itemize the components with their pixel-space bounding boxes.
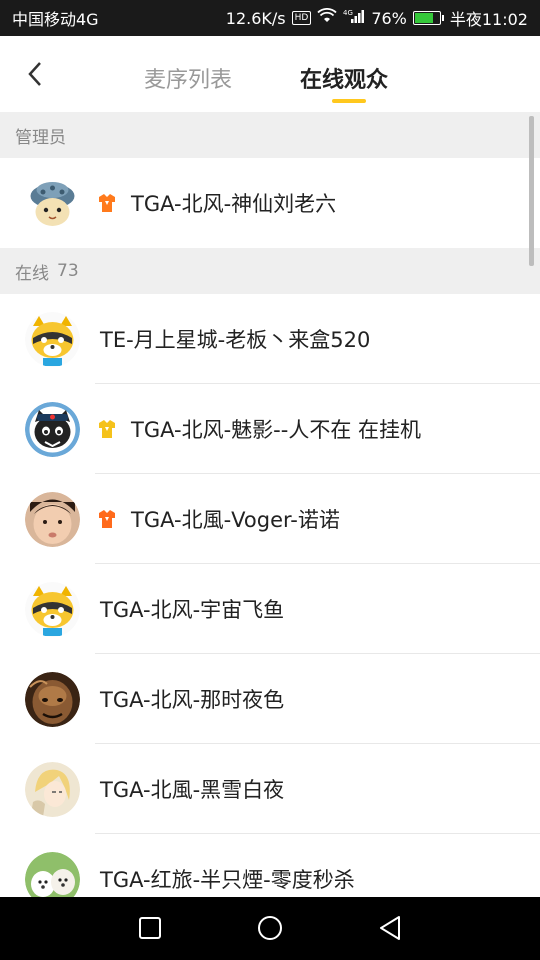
user-name: TGA-北風-黑雪白夜: [100, 778, 285, 802]
orange-shirt-icon: [96, 192, 118, 214]
chevron-left-icon: [28, 62, 41, 86]
user-name: TGA-红旅-半只煙-零度秒杀: [100, 868, 355, 892]
list-item[interactable]: TGA-北风-神仙刘老六: [0, 158, 540, 248]
user-name: TGA-北风-神仙刘老六: [131, 192, 337, 216]
user-name: TE-月上星城-老板丶来盒520: [100, 328, 371, 352]
section-header-admin: 管理员: [0, 112, 540, 158]
tab-mic-queue[interactable]: 麦序列表: [144, 62, 232, 94]
scrollbar[interactable]: [529, 116, 534, 266]
list-item[interactable]: TGA-北風-黑雪白夜: [0, 744, 540, 834]
triangle-back-icon: [380, 916, 400, 940]
user-name: TGA-北风-宇宙飞鱼: [100, 598, 285, 622]
avatar[interactable]: [25, 581, 80, 637]
list-item[interactable]: TGA-北风-那时夜色: [0, 654, 540, 744]
avatar[interactable]: [25, 761, 80, 817]
status-bar: 中国移动4G 12.6K/s HD 4G 76% 半夜11:02: [0, 0, 540, 36]
avatar[interactable]: [25, 175, 80, 231]
header: 麦序列表 在线观众: [0, 36, 540, 112]
orange-shirt-icon: [96, 508, 118, 530]
avatar[interactable]: [25, 491, 80, 547]
helmet-avatar-icon: [25, 175, 80, 231]
wifi-icon: [317, 8, 337, 28]
raccoon-avatar-icon: [25, 581, 80, 637]
square-icon: [139, 917, 161, 939]
black-cat-avatar-icon: [25, 401, 80, 457]
raccoon-avatar-icon: [25, 311, 80, 367]
back-nav-button[interactable]: [375, 913, 405, 943]
back-button[interactable]: [18, 56, 54, 92]
circle-icon: [258, 916, 282, 940]
yellow-shirt-icon: [96, 418, 118, 440]
user-name: TGA-北风-魅影--人不在 在挂机: [131, 418, 421, 442]
user-name: TGA-北风-那时夜色: [100, 688, 285, 712]
signal-icon: 4G: [343, 8, 365, 28]
hd-badge: HD: [291, 11, 312, 25]
tab-online-audience[interactable]: 在线观众: [300, 62, 388, 94]
section-online-label: 在线: [15, 263, 49, 284]
monster-avatar-icon: [25, 671, 80, 727]
home-button[interactable]: [255, 913, 285, 943]
anime-girl-avatar-icon: [25, 761, 80, 817]
list-item[interactable]: TGA-北风-魅影--人不在 在挂机: [0, 384, 540, 474]
recent-apps-button[interactable]: [135, 913, 165, 943]
list-item[interactable]: TGA-北風-Voger-诺诺: [0, 474, 540, 564]
avatar[interactable]: [25, 311, 80, 367]
avatar[interactable]: [25, 401, 80, 457]
system-nav-bar: [0, 897, 540, 960]
child-photo-avatar-icon: [25, 491, 80, 547]
svg-text:4G: 4G: [343, 9, 353, 17]
battery-icon: [412, 11, 444, 25]
battery-percent: 76%: [371, 8, 407, 28]
avatar[interactable]: [25, 671, 80, 727]
online-count: 73: [57, 261, 79, 281]
list-item[interactable]: TGA-北风-宇宙飞鱼: [0, 564, 540, 654]
user-name: TGA-北風-Voger-诺诺: [131, 508, 340, 532]
carrier-label: 中国移动4G: [12, 10, 99, 29]
clock: 半夜11:02: [449, 10, 528, 29]
list-item[interactable]: TE-月上星城-老板丶来盒520: [0, 294, 540, 384]
section-header-online: 在线 73: [0, 248, 540, 294]
section-admin-label: 管理员: [15, 127, 66, 148]
network-speed: 12.6K/s: [225, 8, 286, 28]
active-tab-indicator: [332, 99, 366, 103]
